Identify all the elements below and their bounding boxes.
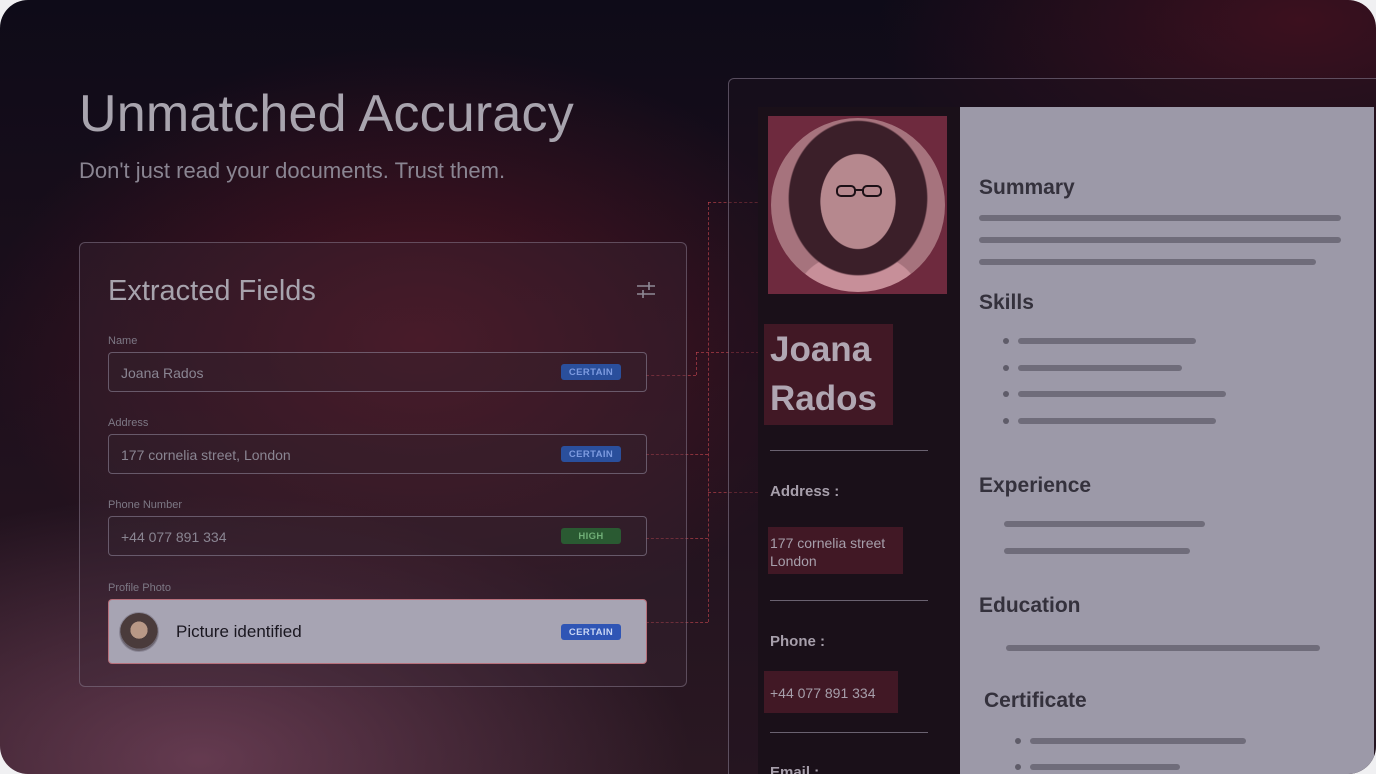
text-placeholder — [979, 259, 1316, 265]
confidence-badge: CERTAIN — [561, 624, 621, 640]
resume-phone-label: Phone : — [770, 633, 825, 650]
glasses-icon — [836, 185, 882, 197]
resume-address-line2: London — [770, 553, 817, 569]
name-value: Joana Rados — [121, 365, 204, 381]
certificate-heading: Certificate — [984, 689, 1087, 712]
photo-label: Profile Photo — [108, 582, 171, 594]
profile-portrait — [771, 118, 945, 292]
address-value: 177 cornelia street, London — [121, 447, 291, 463]
phone-field[interactable]: +44 077 891 334 HIGH — [108, 516, 647, 556]
resume-email-label: Email : — [770, 764, 820, 774]
resume-address-label: Address : — [770, 483, 840, 500]
address-highlight: 177 cornelia street London — [768, 527, 903, 574]
text-placeholder — [1018, 338, 1196, 344]
resume-main — [960, 107, 1374, 774]
phone-highlight: +44 077 891 334 — [764, 671, 898, 713]
text-placeholder — [1004, 548, 1190, 554]
text-placeholder — [1030, 738, 1246, 744]
phone-label: Phone Number — [108, 499, 182, 511]
text-placeholder — [1018, 391, 1226, 397]
divider — [770, 450, 928, 451]
confidence-badge: CERTAIN — [561, 446, 621, 462]
experience-heading: Experience — [979, 474, 1092, 497]
education-heading: Education — [979, 594, 1081, 617]
hero-frame: Unmatched Accuracy Don't just read your … — [0, 0, 1376, 774]
text-placeholder — [979, 237, 1341, 243]
hero-subtitle: Don't just read your documents. Trust th… — [79, 158, 506, 183]
summary-heading: Summary — [979, 176, 1075, 199]
profile-photo-field[interactable]: Picture identified CERTAIN — [108, 599, 647, 664]
bullet — [1003, 391, 1009, 397]
text-placeholder — [1030, 764, 1180, 770]
skills-heading: Skills — [979, 291, 1034, 314]
hero-title: Unmatched Accuracy — [79, 85, 574, 143]
bullet — [1003, 338, 1009, 344]
name-field[interactable]: Joana Rados CERTAIN — [108, 352, 647, 392]
divider — [770, 600, 928, 601]
resume-address-line1: 177 cornelia street — [770, 535, 886, 551]
resume-first-name: Joana — [770, 330, 872, 369]
name-highlight: Joana Rados — [764, 324, 893, 425]
sliders-icon[interactable] — [636, 280, 656, 300]
bullet — [1003, 418, 1009, 424]
panel-title: Extracted Fields — [108, 275, 316, 307]
text-placeholder — [1018, 365, 1182, 371]
address-field[interactable]: 177 cornelia street, London CERTAIN — [108, 434, 647, 474]
connector-name-vertical — [696, 352, 697, 375]
confidence-badge: CERTAIN — [561, 364, 621, 380]
text-placeholder — [979, 215, 1341, 221]
text-placeholder — [1006, 645, 1320, 651]
bullet — [1015, 764, 1021, 770]
divider — [770, 732, 928, 733]
portrait-highlight — [768, 116, 947, 294]
confidence-badge: HIGH — [561, 528, 621, 544]
resume-last-name: Rados — [770, 379, 877, 418]
avatar — [119, 612, 159, 652]
bullet — [1015, 738, 1021, 744]
address-label: Address — [108, 417, 149, 429]
resume-phone-value: +44 077 891 334 — [770, 685, 876, 701]
text-placeholder — [1004, 521, 1205, 527]
name-label: Name — [108, 335, 138, 347]
text-placeholder — [1018, 418, 1216, 424]
extracted-fields-panel: Extracted Fields Name Joana Rados CERTAI… — [79, 242, 687, 687]
phone-value: +44 077 891 334 — [121, 529, 227, 545]
photo-status: Picture identified — [176, 622, 302, 641]
bullet — [1003, 365, 1009, 371]
connector-vertical — [708, 202, 709, 622]
